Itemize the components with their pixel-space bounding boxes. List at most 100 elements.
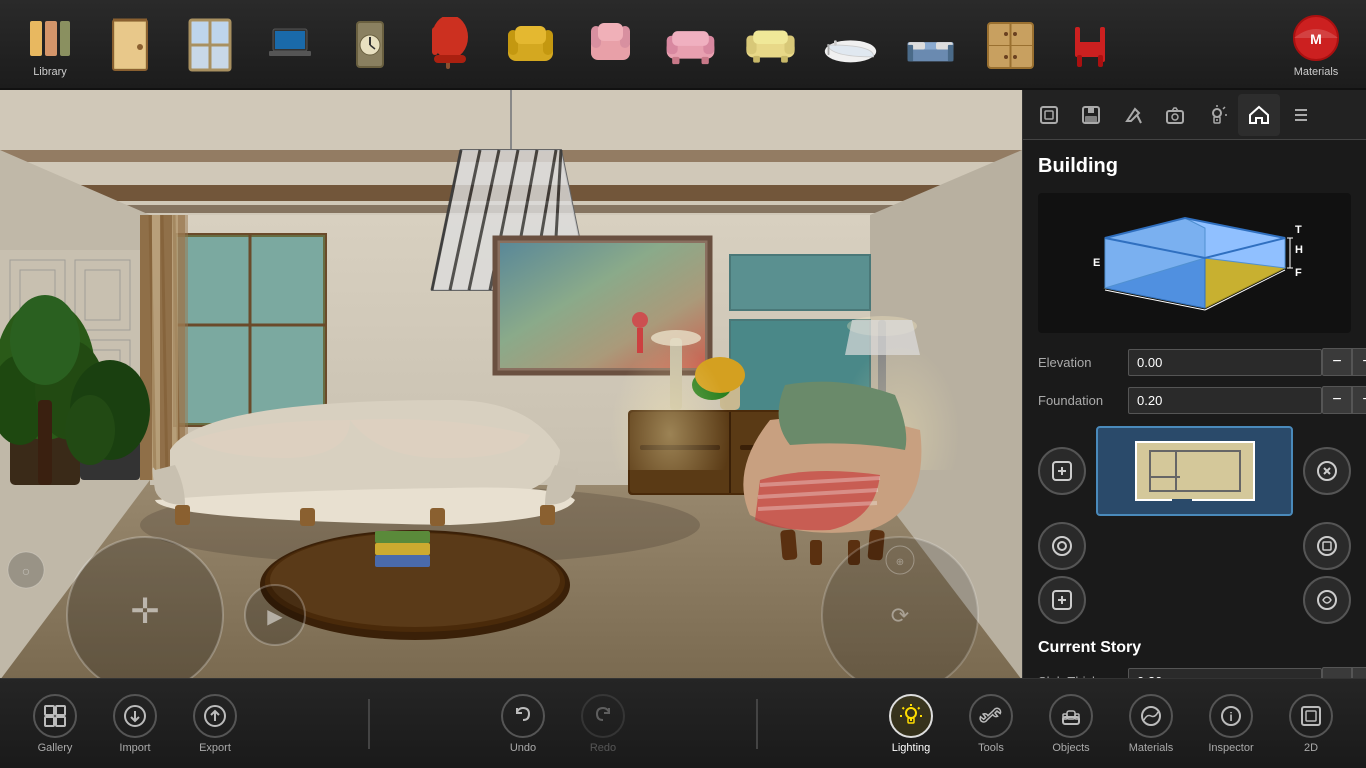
top-toolbar: Library bbox=[0, 0, 1366, 90]
top-tool-door[interactable] bbox=[90, 2, 170, 87]
laptop-icon bbox=[263, 17, 318, 72]
panel-btn-paint[interactable] bbox=[1112, 94, 1154, 136]
svg-text:T: T bbox=[1295, 224, 1302, 236]
action-btn-terrain[interactable] bbox=[1038, 576, 1086, 624]
top-tool-library[interactable]: Library bbox=[10, 2, 90, 87]
room-scene: ✛ ○ ▶ ⟳ ⊕ bbox=[0, 90, 1022, 680]
top-tool-sofa-pink[interactable] bbox=[650, 2, 730, 87]
elevation-minus[interactable]: − bbox=[1322, 348, 1352, 376]
export-icon bbox=[193, 694, 237, 738]
floor-plan-door bbox=[1172, 499, 1192, 501]
bottom-undo[interactable]: Undo bbox=[483, 681, 563, 766]
svg-text:▶: ▶ bbox=[267, 606, 283, 628]
elevation-plus[interactable]: + bbox=[1352, 348, 1366, 376]
svg-text:E: E bbox=[1093, 257, 1100, 269]
bottom-inspector[interactable]: i Inspector bbox=[1191, 681, 1271, 766]
redo-icon bbox=[581, 694, 625, 738]
top-tool-cabinet[interactable] bbox=[970, 2, 1050, 87]
right-panel: Building T H E F bbox=[1022, 90, 1366, 680]
top-tool-window[interactable] bbox=[170, 2, 250, 87]
bottom-gallery[interactable]: Gallery bbox=[15, 681, 95, 766]
top-tool-armchair[interactable] bbox=[490, 2, 570, 87]
viewport[interactable]: ✛ ○ ▶ ⟳ ⊕ bbox=[0, 90, 1022, 680]
elevation-row: Elevation − + bbox=[1038, 348, 1351, 376]
svg-text:F: F bbox=[1295, 267, 1302, 279]
door-icon bbox=[103, 17, 158, 72]
current-story-title: Current Story bbox=[1038, 639, 1351, 657]
tools-icon bbox=[969, 694, 1013, 738]
foundation-row: Foundation − + bbox=[1038, 386, 1351, 414]
panel-btn-save[interactable] bbox=[1070, 94, 1112, 136]
bottom-materials[interactable]: Materials bbox=[1111, 681, 1191, 766]
undo-icon bbox=[501, 694, 545, 738]
inspector-label: Inspector bbox=[1208, 742, 1253, 754]
export-label: Export bbox=[199, 742, 231, 754]
bottom-tools[interactable]: Tools bbox=[951, 681, 1031, 766]
top-tool-bed[interactable] bbox=[890, 2, 970, 87]
panel-btn-light[interactable] bbox=[1196, 94, 1238, 136]
action-btn-right-1[interactable] bbox=[1303, 447, 1351, 495]
lighting-label: Lighting bbox=[892, 742, 931, 754]
bottom-right-group: Lighting Tools Objects Materials i Inspe… bbox=[871, 681, 1351, 766]
foundation-input[interactable] bbox=[1128, 387, 1322, 414]
panel-btn-select[interactable] bbox=[1028, 94, 1070, 136]
import-label: Import bbox=[119, 742, 150, 754]
materials-icon-top: M bbox=[1289, 11, 1344, 66]
panel-content: Building T H E F bbox=[1023, 140, 1366, 680]
top-tool-laptop[interactable] bbox=[250, 2, 330, 87]
chair-pink-icon bbox=[583, 17, 638, 72]
separator-1 bbox=[368, 699, 370, 749]
top-tool-chair-red2[interactable] bbox=[1050, 2, 1130, 87]
chair-red-icon bbox=[423, 17, 478, 72]
bottom-toolbar: Gallery Import Export Undo Red bbox=[0, 678, 1366, 768]
bottom-lighting[interactable]: Lighting bbox=[871, 681, 951, 766]
sofa-pink-icon bbox=[663, 17, 718, 72]
svg-text:M: M bbox=[1310, 31, 1322, 47]
window-icon bbox=[183, 17, 238, 72]
top-tool-bathtub[interactable] bbox=[810, 2, 890, 87]
foundation-plus[interactable]: + bbox=[1352, 386, 1366, 414]
bottom-import[interactable]: Import bbox=[95, 681, 175, 766]
top-tool-clock[interactable] bbox=[330, 2, 410, 87]
import-icon bbox=[113, 694, 157, 738]
tools-label: Tools bbox=[978, 742, 1004, 754]
bottom-objects[interactable]: Objects bbox=[1031, 681, 1111, 766]
bottom-redo[interactable]: Redo bbox=[563, 681, 643, 766]
top-tool-materials[interactable]: M Materials bbox=[1276, 2, 1356, 87]
gallery-icon bbox=[33, 694, 77, 738]
materials-label-top: Materials bbox=[1294, 66, 1339, 78]
building-title: Building bbox=[1038, 155, 1351, 178]
action-btn-right-3[interactable] bbox=[1303, 576, 1351, 624]
bottom-left-group: Gallery Import Export bbox=[15, 681, 255, 766]
top-tool-chair-pink[interactable] bbox=[570, 2, 650, 87]
bottom-export[interactable]: Export bbox=[175, 681, 255, 766]
objects-label: Objects bbox=[1052, 742, 1089, 754]
separator-2 bbox=[756, 699, 758, 749]
foundation-minus[interactable]: − bbox=[1322, 386, 1352, 414]
building-diagram: T H E F bbox=[1038, 193, 1351, 333]
panel-toolbar bbox=[1023, 90, 1366, 140]
objects-icon bbox=[1049, 694, 1093, 738]
top-tool-sofa-yellow[interactable] bbox=[730, 2, 810, 87]
svg-text:✛: ✛ bbox=[130, 592, 159, 631]
cabinet-icon bbox=[983, 17, 1038, 72]
panel-btn-home[interactable] bbox=[1238, 94, 1280, 136]
panel-btn-camera[interactable] bbox=[1154, 94, 1196, 136]
clock-icon bbox=[343, 17, 398, 72]
gallery-label: Gallery bbox=[38, 742, 73, 754]
action-btn-select[interactable] bbox=[1038, 522, 1086, 570]
panel-btn-list[interactable] bbox=[1280, 94, 1322, 136]
action-btn-right-2[interactable] bbox=[1303, 522, 1351, 570]
foundation-label: Foundation bbox=[1038, 393, 1128, 408]
bottom-2d[interactable]: 2D bbox=[1271, 681, 1351, 766]
library-label: Library bbox=[33, 66, 67, 78]
svg-text:○: ○ bbox=[22, 563, 30, 579]
inspector-icon: i bbox=[1209, 694, 1253, 738]
top-tool-chair-red[interactable] bbox=[410, 2, 490, 87]
svg-text:i: i bbox=[1229, 710, 1232, 724]
action-btn-add-room[interactable] bbox=[1038, 447, 1086, 495]
svg-text:H: H bbox=[1295, 244, 1303, 256]
redo-label: Redo bbox=[590, 742, 616, 754]
elevation-input[interactable] bbox=[1128, 349, 1322, 376]
materials-icon bbox=[1129, 694, 1173, 738]
